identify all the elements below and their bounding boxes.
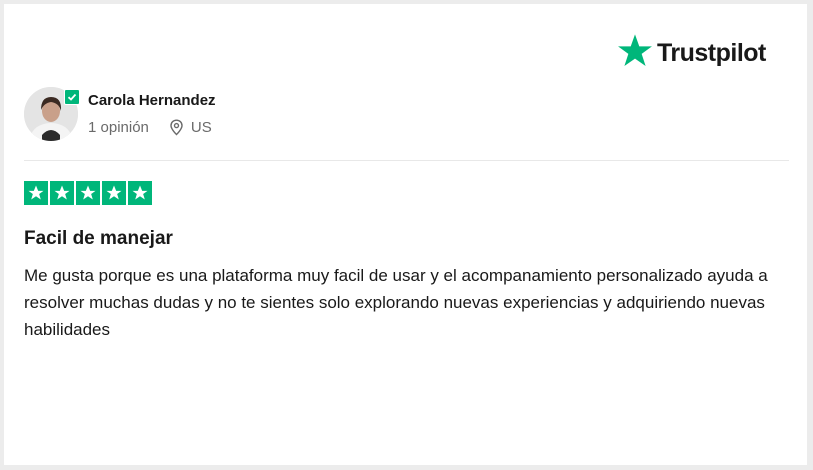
star-icon bbox=[50, 181, 74, 205]
reviewer-avatar[interactable] bbox=[24, 87, 80, 141]
star-icon bbox=[76, 181, 100, 205]
reviewer-meta: 1 opinión US bbox=[88, 119, 212, 136]
star-icon bbox=[128, 181, 152, 205]
reviewer-name[interactable]: Carola Hernandez bbox=[88, 92, 216, 109]
divider bbox=[24, 160, 789, 161]
reviewer-location: US bbox=[190, 119, 212, 136]
brand-name: Trustpilot bbox=[657, 38, 766, 67]
review-title[interactable]: Facil de manejar bbox=[24, 228, 173, 250]
review-card: Trustpilot Carola Hernandez 1 opinión US bbox=[4, 4, 807, 465]
trustpilot-logo[interactable]: Trustpilot bbox=[616, 32, 766, 70]
star-icon bbox=[102, 181, 126, 205]
reviews-count: 1 opinión bbox=[88, 119, 149, 136]
trustpilot-star-icon bbox=[618, 34, 652, 67]
star-rating bbox=[24, 181, 152, 205]
location-pin-icon bbox=[170, 119, 183, 136]
review-body: Me gusta porque es una plataforma muy fa… bbox=[24, 266, 768, 339]
star-icon bbox=[24, 181, 48, 205]
verified-check-icon bbox=[64, 89, 80, 105]
